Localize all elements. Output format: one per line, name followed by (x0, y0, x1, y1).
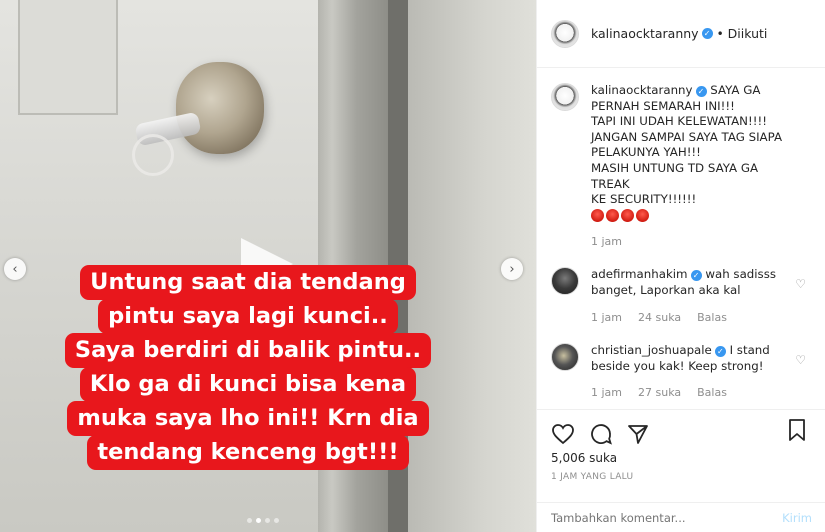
verified-badge-icon: ✓ (695, 86, 707, 97)
comment-input[interactable] (551, 510, 751, 525)
caption-line: PELAKUNYA YAH!!! (591, 145, 701, 160)
post-actions: 5,006 suka 1 JAM YANG LALU Kirim (537, 409, 825, 531)
caption-line: SAYA GA (710, 83, 761, 97)
angry-face-icon (591, 208, 604, 222)
comment-text: I stand (729, 343, 770, 358)
video-caption: Untung saat dia tendang pintu saya lagi … (58, 265, 438, 470)
separator: • (716, 26, 724, 41)
comment-time[interactable]: 1 jam (591, 234, 622, 250)
caption-line: MASIH UNTUNG TD SAYA GA TREAK (591, 160, 759, 191)
comments-list[interactable]: kalinaocktaranny ✓ SAYA GA PERNAH SEMARAH… (537, 69, 825, 409)
key-ring (132, 134, 174, 176)
comment-text: wah sadisss (705, 267, 776, 282)
comment-username[interactable]: adefirmanhakim (591, 267, 688, 281)
add-comment-bar: Kirim (537, 502, 825, 532)
next-slide-button[interactable]: › (501, 258, 523, 280)
caption-line: TAPI INI UDAH KELEWATAN!!!! (591, 114, 767, 129)
post-username[interactable]: kalinaocktaranny (591, 26, 699, 41)
door-panel (18, 0, 118, 115)
send-comment-button[interactable]: Kirim (782, 511, 812, 525)
caption-line: muka saya lho ini!! Krn dia (67, 401, 429, 436)
caption-line: pintu saya lagi kunci.. (98, 299, 398, 334)
verified-badge-icon: ✓ (690, 270, 702, 282)
post-header: kalinaocktaranny ✓ • Diikuti (537, 0, 825, 68)
avatar[interactable] (551, 267, 579, 296)
post-timestamp: 1 JAM YANG LALU (551, 472, 634, 482)
comment-icon[interactable] (589, 422, 613, 446)
like-comment-heart-icon[interactable]: ♡ (795, 353, 806, 367)
comment-meta: 1 jam (591, 234, 796, 250)
comment-item: christian_joshuapale ✓ I stand beside you… (551, 343, 812, 401)
avatar[interactable] (551, 19, 579, 48)
share-icon[interactable] (627, 423, 649, 445)
comment-text: beside you kak! Keep strong! (591, 358, 764, 373)
comment-username[interactable]: kalinaocktaranny (591, 83, 693, 97)
comment-time[interactable]: 1 jam (591, 310, 622, 326)
caption-line: KE SECURITY!!!!!! (591, 192, 697, 207)
comment-item: adefirmanhakim ✓ wah sadisss banget, Lapo… (551, 267, 812, 325)
comment-text: banget, Laporkan aka kal (591, 282, 741, 297)
comment-meta: 1 jam 24 suka Balas (591, 310, 796, 326)
follow-status-button[interactable]: Diikuti (728, 26, 768, 41)
avatar[interactable] (551, 83, 579, 111)
comment-likes[interactable]: 24 suka (638, 310, 681, 326)
likes-count[interactable]: 5,006 suka (537, 451, 825, 465)
bookmark-icon[interactable] (788, 418, 806, 442)
carousel-dot (265, 518, 270, 523)
reply-button[interactable]: Balas (697, 310, 727, 326)
caption-line: JANGAN SAMPAI SAYA TAG SIAPA (591, 129, 783, 144)
comment-likes[interactable]: 27 suka (638, 385, 681, 401)
carousel-dot (247, 518, 252, 523)
post-side-panel: kalinaocktaranny ✓ • Diikuti kalinaockta… (536, 0, 825, 532)
like-comment-heart-icon[interactable]: ♡ (795, 277, 806, 291)
emoji-row (591, 208, 796, 222)
angry-face-icon (636, 208, 649, 222)
chevron-left-icon: ‹ (12, 261, 18, 277)
post-media[interactable]: ‹ › Untung saat dia tendang pintu saya l… (0, 0, 536, 532)
carousel-dot (274, 518, 279, 523)
door-knob (176, 62, 264, 154)
caption-line: PERNAH SEMARAH INI!!! (591, 98, 735, 113)
angry-face-icon (606, 208, 619, 222)
carousel-dot-active (256, 518, 261, 523)
caption-line: tendang kenceng bgt!!! (87, 435, 409, 470)
previous-slide-button[interactable]: ‹ (4, 258, 26, 280)
verified-badge-icon: ✓ (714, 346, 726, 358)
carousel-indicator (247, 518, 279, 523)
angry-face-icon (621, 208, 634, 222)
comment-meta: 1 jam 27 suka Balas (591, 385, 796, 401)
comment-time[interactable]: 1 jam (591, 385, 622, 401)
verified-badge-icon: ✓ (701, 28, 713, 39)
action-icons (537, 410, 825, 450)
caption-comment: kalinaocktaranny ✓ SAYA GA PERNAH SEMARAH… (551, 83, 812, 249)
caption-line: Klo ga di kunci bisa kena (79, 367, 417, 402)
chevron-right-icon: › (509, 261, 515, 277)
reply-button[interactable]: Balas (697, 385, 727, 401)
heart-icon[interactable] (551, 423, 575, 445)
comment-username[interactable]: christian_joshuapale (591, 343, 712, 357)
caption-line: Untung saat dia tendang (80, 265, 416, 300)
caption-line: Saya berdiri di balik pintu.. (64, 333, 432, 368)
avatar[interactable] (551, 343, 579, 372)
